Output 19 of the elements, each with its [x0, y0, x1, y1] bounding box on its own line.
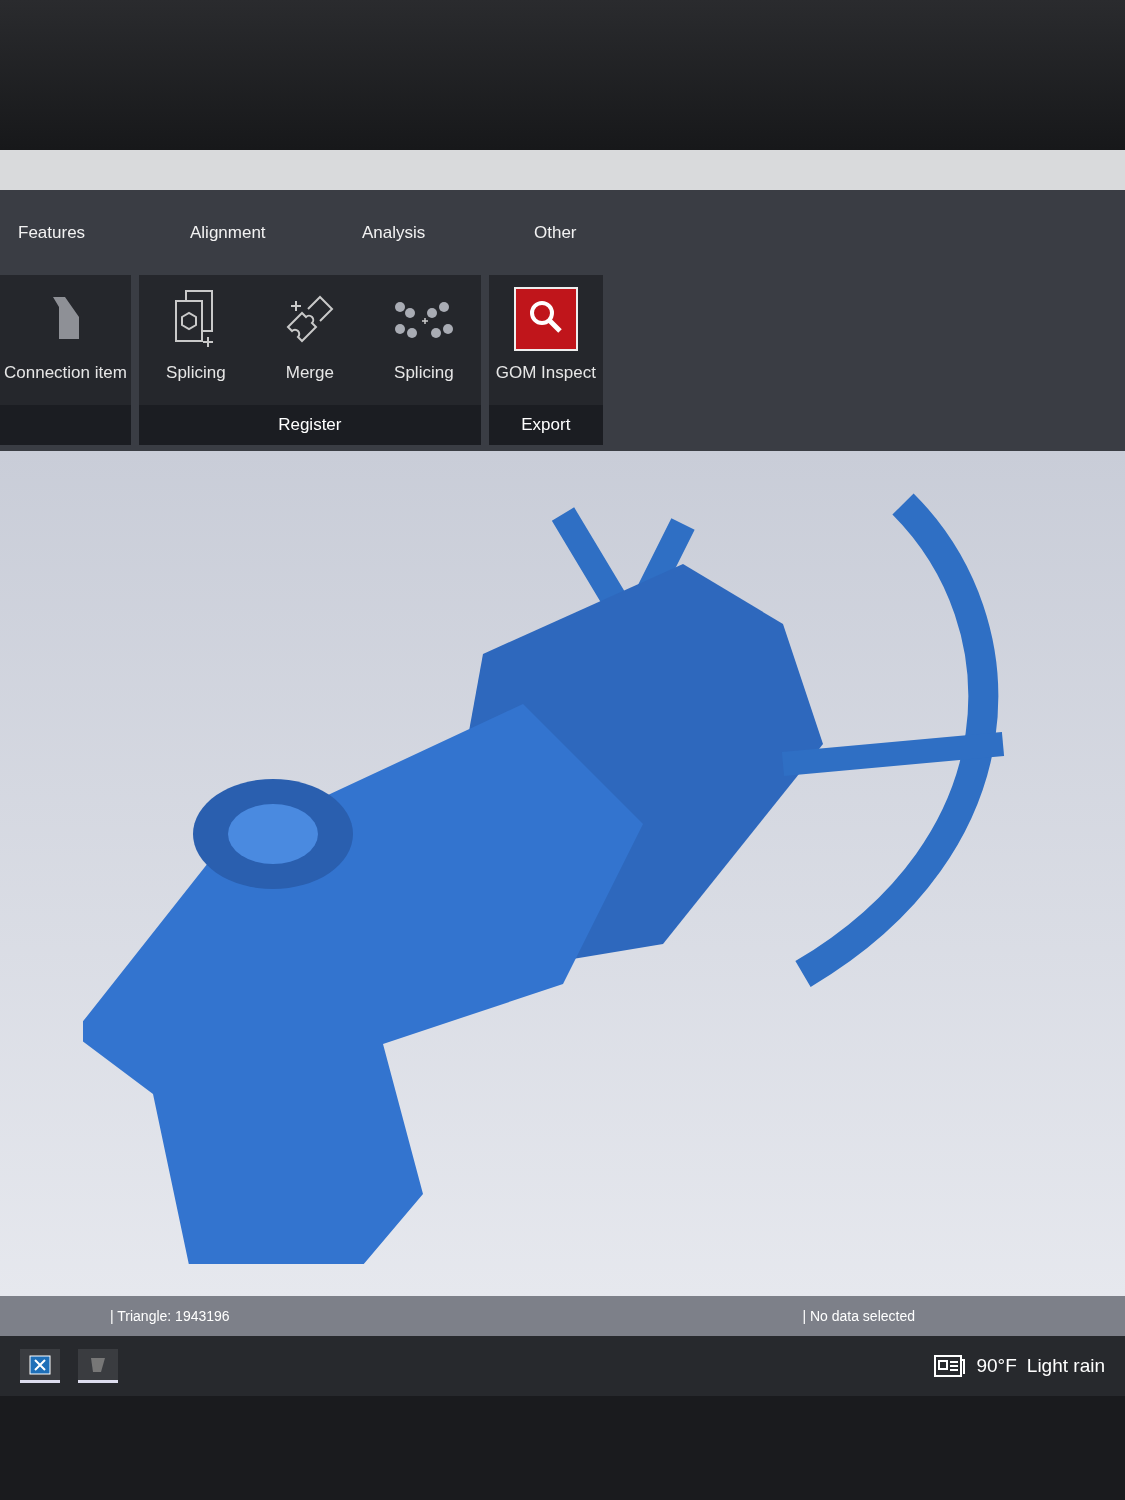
group-title: Export — [521, 415, 571, 435]
selection-status: | No data selected — [802, 1308, 915, 1324]
app-icon[interactable] — [78, 1349, 118, 1383]
group-title: Register — [278, 415, 342, 435]
triangle-count: | Triangle: 1943196 — [110, 1308, 230, 1324]
tool-button[interactable]: GOM Inspect — [488, 287, 603, 405]
ribbon-tab[interactable]: Features — [18, 222, 190, 243]
search-icon — [513, 287, 578, 351]
tool-button[interactable]: Splicing — [138, 287, 253, 405]
tool-button[interactable]: Merge — [252, 287, 367, 405]
tool-button[interactable]: Splicing — [366, 287, 481, 405]
news-icon — [934, 1355, 967, 1377]
temperature: 90°F — [976, 1355, 1017, 1377]
app-icon[interactable] — [20, 1349, 60, 1383]
weather-text: Light rain — [1026, 1355, 1105, 1377]
ribbon-tab[interactable]: Analysis — [362, 222, 534, 243]
tool-button[interactable]: Connection item — [0, 287, 131, 405]
ribbon-tab[interactable]: Alignment — [190, 222, 362, 243]
ribbon-tab[interactable]: Other — [534, 222, 706, 243]
